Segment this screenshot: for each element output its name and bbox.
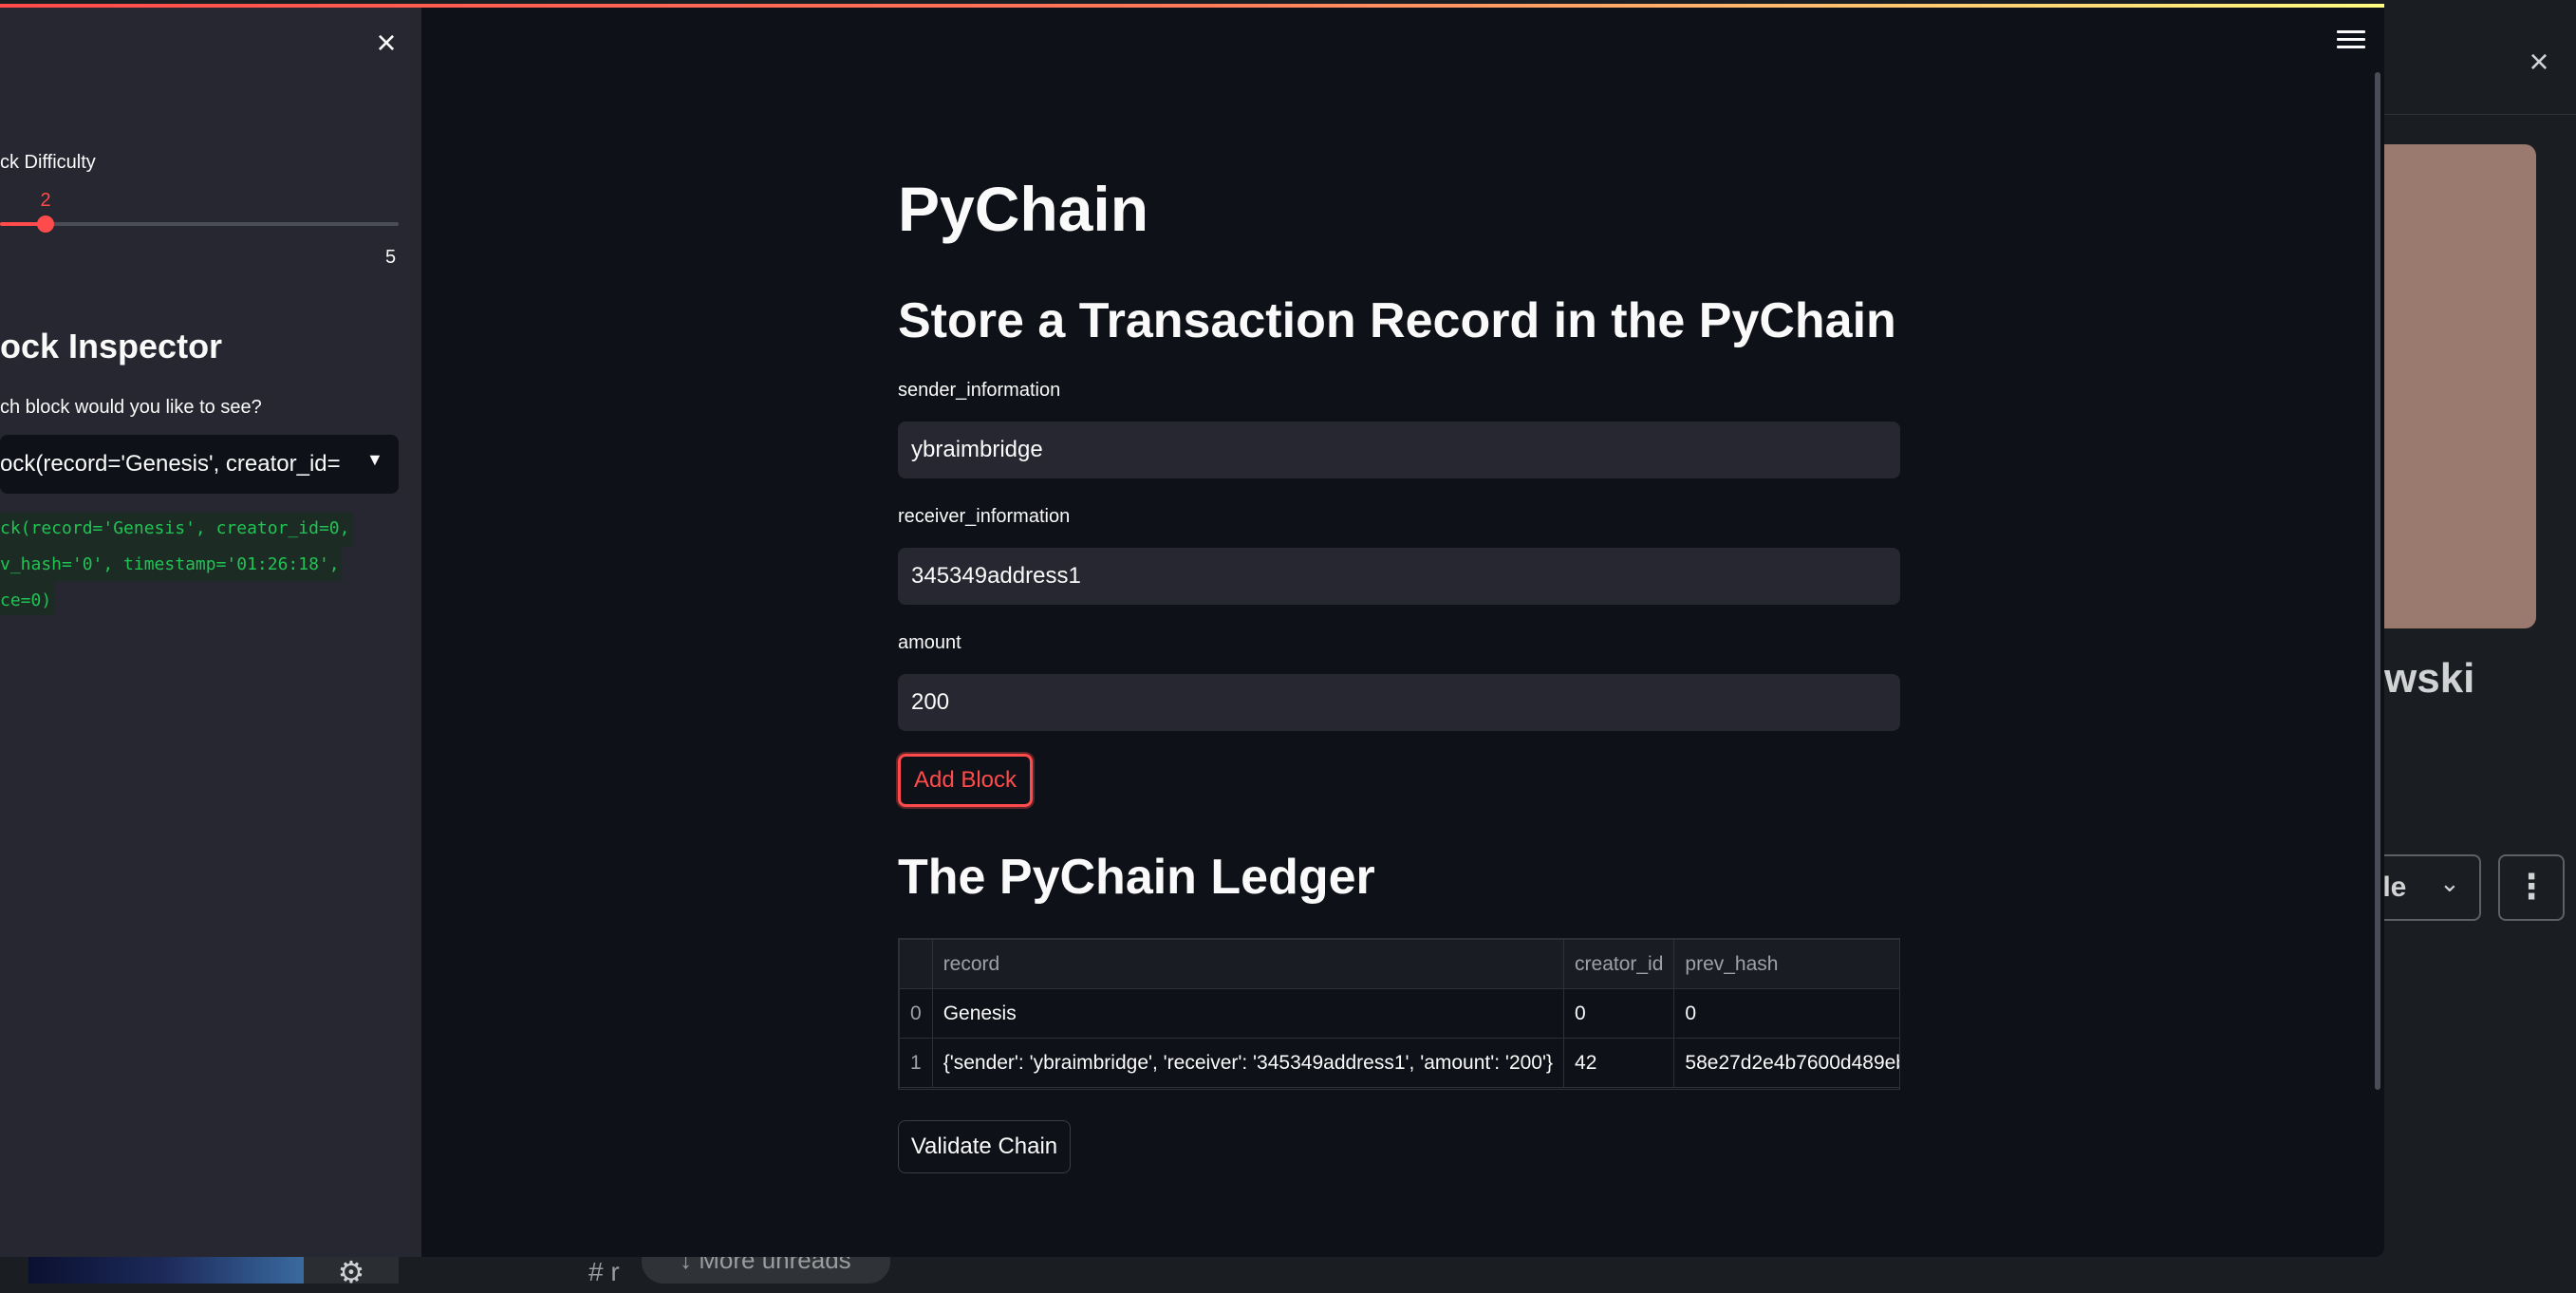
sender-input[interactable]: ybraimbridge [898, 422, 1900, 478]
cell-prev-hash[interactable]: 0 [1673, 988, 1899, 1039]
cell-creator-id[interactable]: 42 [1563, 1038, 1675, 1088]
table-row[interactable]: 1 {'sender': 'ybraimbridge', 'receiver':… [899, 1038, 1899, 1088]
block-select[interactable]: ock(record='Genesis', creator_id=... ▼ [0, 435, 399, 494]
scrollbar[interactable] [2375, 72, 2380, 1090]
background-more-options-button[interactable]: ⋮ [2498, 854, 2565, 921]
difficulty-slider-max: 5 [385, 247, 397, 268]
sender-label: sender_information [898, 380, 1061, 401]
column-header-record[interactable]: record [931, 939, 1565, 989]
ledger-heading: The PyChain Ledger [898, 850, 1375, 905]
receiver-label: receiver_information [898, 506, 1071, 527]
chevron-down-icon: ⌄ [2439, 869, 2460, 897]
table-header-row: record creator_id prev_hash [899, 939, 1899, 989]
background-thumbnail [28, 1253, 304, 1284]
difficulty-slider-value: 2 [40, 190, 51, 211]
block-inspector-heading: ock Inspector [0, 327, 223, 365]
block-select-label: ch block would you like to see? [0, 397, 262, 418]
hamburger-menu-icon[interactable] [2337, 30, 2365, 51]
difficulty-label: ck Difficulty [0, 152, 96, 173]
row-index: 0 [899, 988, 933, 1039]
column-header-index [899, 939, 933, 989]
table-row[interactable]: 0 Genesis 0 0 [899, 988, 1899, 1039]
column-header-creator-id[interactable]: creator_id [1563, 939, 1675, 989]
background-channel-fragment: r [610, 1257, 620, 1286]
background-hash-icon: # [588, 1257, 604, 1286]
block-select-value: ock(record='Genesis', creator_id=... [0, 451, 342, 477]
background-profile-name: wski [2384, 655, 2475, 702]
background-profile-name-clip: wski [2384, 646, 2517, 712]
background-profile-photo [2384, 144, 2536, 628]
background-close-icon[interactable]: × [2525, 45, 2553, 79]
sidebar-close-icon[interactable]: × [372, 26, 401, 60]
background-channel-hash: # r [588, 1257, 620, 1287]
difficulty-slider-thumb[interactable] [37, 216, 54, 233]
row-index: 1 [899, 1038, 933, 1088]
form-heading: Store a Transaction Record in the PyChai… [898, 293, 1896, 348]
streamlit-window: × ck Difficulty 2 5 ock Inspector ch blo… [0, 4, 2384, 1257]
block-code-line: ck(record='Genesis', creator_id=0, [0, 518, 350, 538]
validate-chain-button[interactable]: Validate Chain [898, 1120, 1071, 1173]
ledger-table[interactable]: record creator_id prev_hash 0 Genesis 0 … [898, 938, 1900, 1090]
sidebar: × ck Difficulty 2 5 ock Inspector ch blo… [0, 8, 421, 1257]
page-title: PyChain [898, 174, 1149, 244]
amount-label: amount [898, 632, 961, 653]
difficulty-slider-track[interactable] [0, 222, 399, 226]
receiver-input[interactable]: 345349address1 [898, 548, 1900, 605]
column-header-prev-hash[interactable]: prev_hash [1673, 939, 1899, 989]
block-code-line: v_hash='0', timestamp='01:26:18', [0, 554, 340, 574]
cell-prev-hash[interactable]: 58e27d2e4b7600d489eb592 [1673, 1038, 1899, 1088]
cell-creator-id[interactable]: 0 [1563, 988, 1675, 1039]
block-code-line: ce=0) [0, 590, 52, 610]
cell-record[interactable]: {'sender': 'ybraimbridge', 'receiver': '… [931, 1038, 1565, 1088]
cell-record[interactable]: Genesis [931, 988, 1565, 1039]
add-block-button[interactable]: Add Block [898, 754, 1033, 807]
caret-down-icon: ▼ [366, 450, 383, 469]
amount-input[interactable]: 200 [898, 674, 1900, 731]
